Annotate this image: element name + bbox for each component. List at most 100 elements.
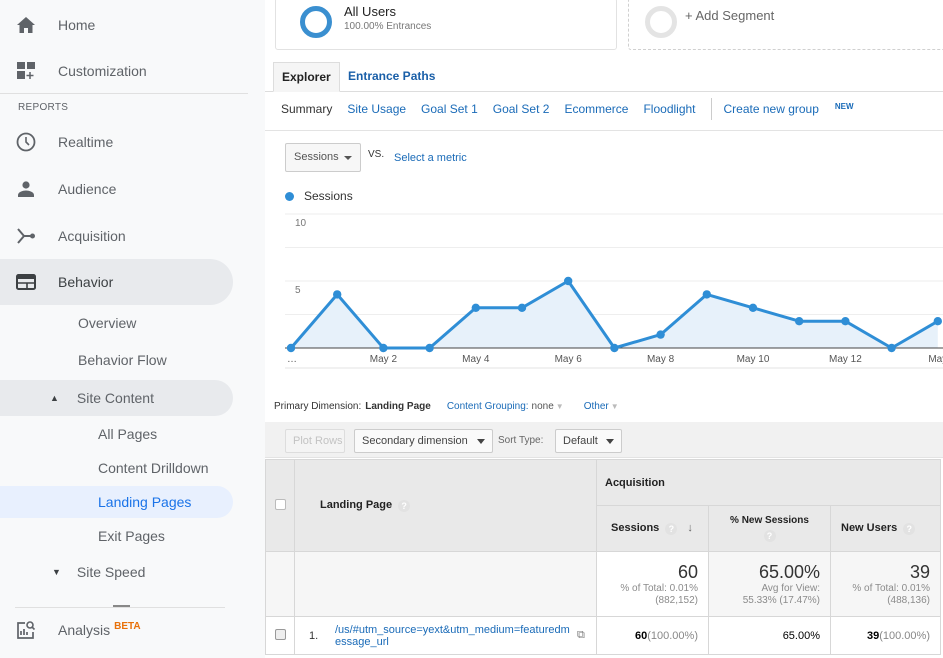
help-icon[interactable]: ? [763, 530, 776, 542]
sidebar-divider [0, 93, 248, 94]
subnav-goal-set-2[interactable]: Goal Set 2 [493, 102, 550, 116]
metric-selected: Sessions [294, 151, 339, 163]
tab-explorer[interactable]: Explorer [273, 62, 340, 92]
metric-dropdown[interactable]: Sessions [285, 143, 361, 172]
total-sessions-site: (882,152) [655, 595, 698, 606]
legend-label: Sessions [304, 189, 353, 203]
avg-for-view-label: Avg for View: [761, 583, 820, 594]
row-sessions-value: 60 [634, 629, 648, 642]
sort-type-value: Default [563, 435, 598, 447]
sessions-chart: 5 10 … May 2 May 4 May 6 May 8 May 10 May 12 May [285, 213, 943, 369]
nav-all-pages[interactable]: All Pages [98, 417, 157, 451]
row-new-sessions: 65.00% [708, 616, 831, 655]
primary-dimension-bar: Primary Dimension: Landing Page Content … [274, 401, 639, 412]
data-table: Landing Page? Acquisition Sessions? ↓ % N… [265, 459, 941, 655]
customization-icon [16, 61, 36, 81]
create-new-group-link[interactable]: Create new group NEW [724, 102, 869, 116]
nav-overview[interactable]: Overview [78, 306, 136, 340]
subnav-summary[interactable]: Summary [281, 102, 332, 116]
subnav-goal-set-1[interactable]: Goal Set 1 [421, 102, 478, 116]
content-grouping-value: none [531, 401, 554, 412]
data-point [656, 330, 665, 339]
subnav-floodlight[interactable]: Floodlight [643, 102, 695, 116]
data-point [748, 303, 758, 312]
subnav-ecommerce[interactable]: Ecommerce [564, 102, 628, 116]
report-tabs: Explorer Entrance Paths [265, 62, 943, 92]
nav-site-speed[interactable]: ▼ Site Speed [52, 555, 145, 589]
data-point [795, 317, 804, 326]
empty-segment-ring-icon [645, 6, 677, 38]
sessions-header[interactable]: Sessions? ↓ [596, 505, 709, 552]
x-tick-label: May 8 [647, 354, 675, 365]
row-index: 1. [309, 629, 319, 642]
new-users-header[interactable]: New Users? [830, 505, 941, 552]
landing-page-link[interactable]: /us/#utm_source=yext&utm_medium=featured… [335, 624, 575, 648]
help-icon[interactable]: ? [903, 522, 916, 535]
content-grouping-dropdown[interactable]: Content Grouping: none [447, 401, 554, 412]
create-new-group-label: Create new group [723, 102, 819, 116]
row-checkbox[interactable] [274, 628, 286, 640]
sort-type-dropdown[interactable]: Default [555, 429, 622, 453]
segment-all-users[interactable]: All Users 100.00% Entrances [275, 0, 617, 50]
vs-label: VS. [368, 149, 385, 160]
acquisition-group-header: Acquisition [596, 459, 941, 506]
nav-site-content[interactable]: ▲ Site Content [50, 381, 154, 415]
nav-content-drilldown[interactable]: Content Drilldown [98, 451, 209, 485]
x-tick-label: May 12 [829, 354, 862, 365]
row-sessions-pct: (100.00%) [647, 629, 698, 642]
nav-exit-pages[interactable]: Exit Pages [98, 519, 165, 553]
x-tick-label: May 2 [370, 354, 398, 365]
data-point [841, 317, 850, 326]
sessions-header-label: Sessions [611, 522, 660, 535]
home-icon [16, 15, 36, 35]
totals-new-users: 39 % of Total: 0.01% (488,136) [830, 551, 941, 617]
open-external-icon[interactable]: ⧉ [577, 629, 585, 642]
nav-landing-pages[interactable]: Landing Pages [98, 485, 191, 519]
sidebar: Home Customization REPORTS Realtime Audi… [0, 0, 265, 658]
total-new-users-site: (488,136) [887, 595, 930, 606]
landing-page-cell: 1. /us/#utm_source=yext&utm_medium=featu… [294, 616, 597, 655]
row-new-users-value: 39 [866, 629, 880, 642]
clock-icon [16, 132, 36, 152]
data-point [379, 343, 388, 353]
row-checkbox-cell [265, 616, 295, 655]
select-metric-link[interactable]: Select a metric [394, 152, 467, 164]
help-icon[interactable]: ? [665, 522, 678, 535]
totals-new-sessions: 65.00% Avg for View: 55.33% (17.47%) [708, 551, 831, 617]
row-new-users: 39(100.00%) [830, 616, 941, 655]
primary-dimension-label: Primary Dimension: [274, 401, 362, 412]
scroll-indicator[interactable] [113, 605, 130, 607]
add-segment-button[interactable]: + Add Segment [628, 0, 943, 50]
other-dropdown[interactable]: Other [584, 401, 609, 412]
landing-page-header[interactable]: Landing Page? [294, 459, 597, 552]
help-icon[interactable]: ? [398, 499, 411, 512]
primary-dimension-landing-page[interactable]: Landing Page [365, 401, 431, 412]
divider [265, 130, 943, 131]
content-grouping-label: Content Grouping: [446, 401, 529, 412]
main-content: All Users 100.00% Entrances + Add Segmen… [265, 0, 943, 658]
beta-badge: BETA [114, 621, 141, 632]
plot-rows-button[interactable]: Plot Rows [285, 429, 345, 453]
dropdown-caret-icon [606, 439, 614, 444]
select-all-cell [265, 459, 295, 552]
nav-behavior-flow[interactable]: Behavior Flow [78, 343, 167, 377]
row-new-users-pct: (100.00%) [879, 629, 930, 642]
subnav-site-usage[interactable]: Site Usage [347, 102, 406, 116]
total-sessions-value: 60 [677, 562, 698, 582]
segment-ring-icon [300, 6, 332, 38]
data-point [425, 343, 434, 353]
reports-header: REPORTS [18, 102, 69, 113]
secondary-dimension-label: Secondary dimension [362, 435, 468, 447]
chart-legend: Sessions [285, 189, 353, 203]
expand-caret-icon: ▼ [52, 567, 61, 577]
table-row: 1. /us/#utm_source=yext&utm_medium=featu… [265, 616, 941, 655]
select-all-checkbox[interactable] [274, 498, 286, 510]
tab-entrance-paths[interactable]: Entrance Paths [340, 62, 443, 92]
secondary-dimension-dropdown[interactable]: Secondary dimension [354, 429, 493, 453]
new-sessions-header[interactable]: % New Sessions? [708, 505, 831, 552]
sidebar-divider [15, 607, 225, 608]
analysis-label: Analysis [58, 622, 111, 638]
total-new-users-pct: % of Total: 0.01% [852, 583, 930, 594]
totals-row: 60 % of Total: 0.01% (882,152) 65.00% Av… [265, 551, 941, 617]
avg-for-view-value: 55.33% (17.47%) [742, 595, 820, 606]
